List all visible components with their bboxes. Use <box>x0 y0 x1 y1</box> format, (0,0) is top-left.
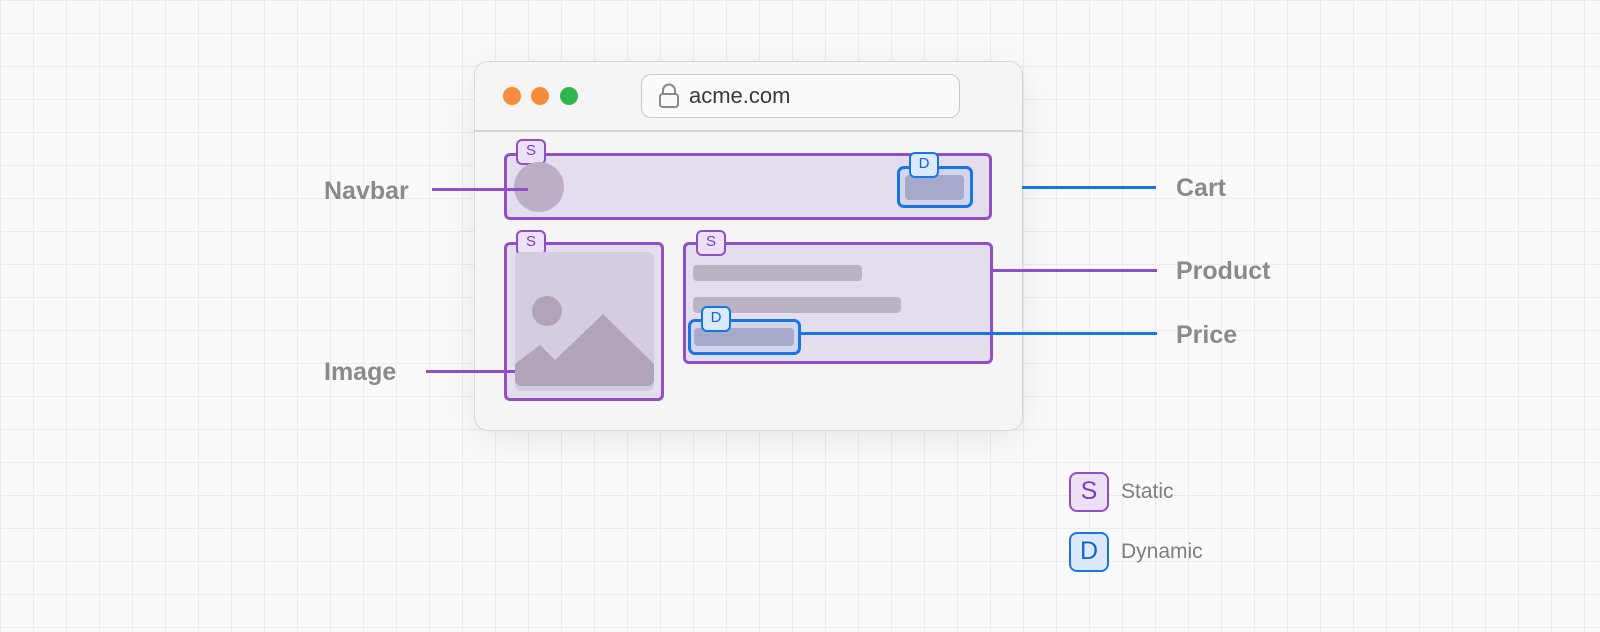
address-bar-url: acme.com <box>689 83 791 108</box>
static-badge: S <box>516 139 546 165</box>
product-leader-line <box>993 269 1157 272</box>
legend-dynamic-badge: D <box>1069 532 1109 572</box>
image-leader-line <box>426 370 515 373</box>
cart-placeholder <box>905 175 964 200</box>
price-label: Price <box>1176 321 1238 349</box>
legend-static-badge: S <box>1069 472 1109 512</box>
legend-dynamic-label: Dynamic <box>1121 540 1203 563</box>
cart-leader-line <box>1022 186 1156 189</box>
avatar-placeholder <box>514 162 564 212</box>
window-control-dot <box>503 87 521 105</box>
window-control-dot <box>560 87 578 105</box>
dynamic-badge: D <box>701 306 731 332</box>
dynamic-badge: D <box>909 152 939 178</box>
titlebar-divider <box>474 130 1023 132</box>
product-label: Product <box>1176 257 1271 285</box>
navbar-leader-line <box>432 188 528 191</box>
cart-label: Cart <box>1176 174 1227 202</box>
static-badge: S <box>696 230 726 256</box>
image-label: Image <box>324 358 397 386</box>
image-placeholder-icon <box>515 296 654 386</box>
legend-static-label: Static <box>1121 480 1174 503</box>
price-leader-line <box>801 332 1157 335</box>
lock-icon <box>659 83 679 108</box>
product-title-placeholder <box>693 265 862 281</box>
navbar-label: Navbar <box>324 177 409 205</box>
window-control-dot <box>531 87 549 105</box>
